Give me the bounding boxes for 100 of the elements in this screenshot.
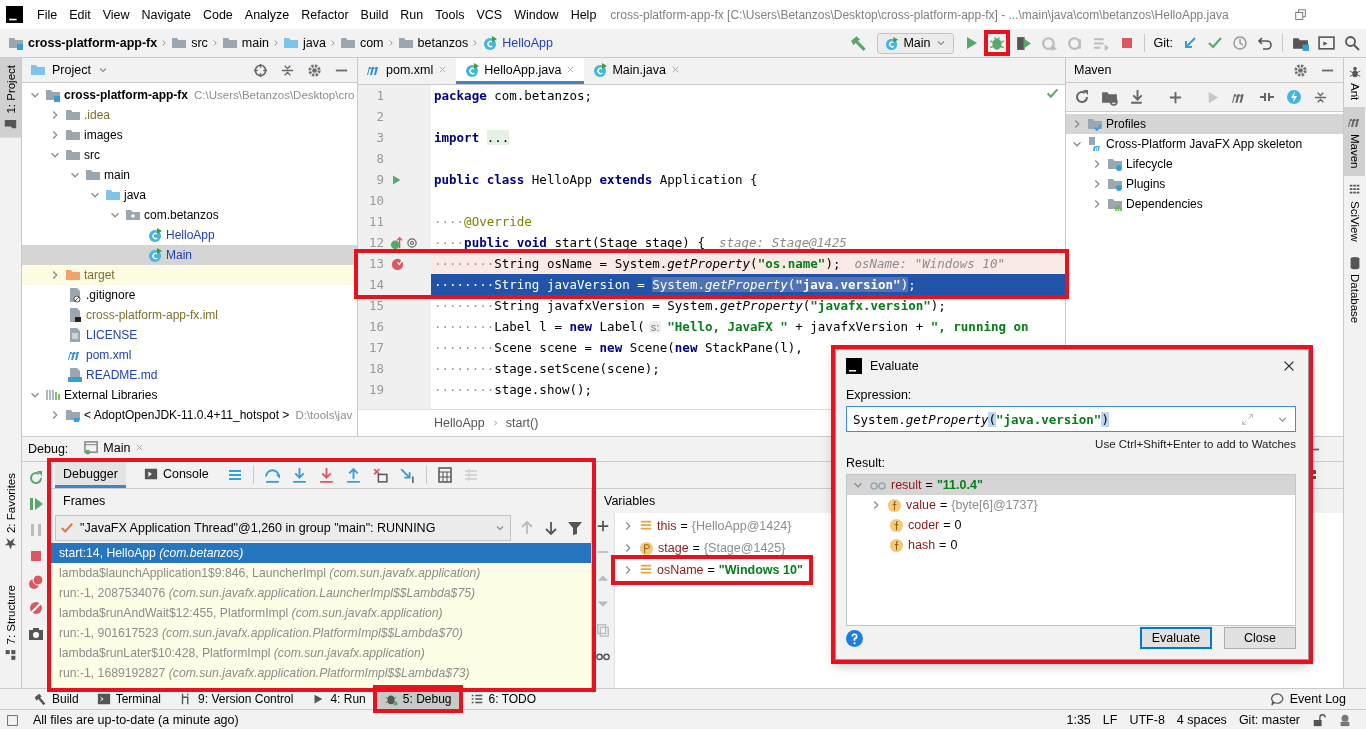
tool-window-tab[interactable]: Terminal [89,689,169,709]
app-logo[interactable] [6,6,23,23]
lock-icon[interactable] [1312,713,1326,727]
run-to-cursor-icon[interactable] [398,466,416,484]
tool-window-tab[interactable]: 1: Project [0,58,21,138]
menu-item[interactable]: Tools [429,7,471,22]
tool-window-tab[interactable]: Build [26,689,86,709]
lightning-icon[interactable] [1286,89,1302,105]
tree-item[interactable]: Cross-Platform JavaFX App skeleton [1066,134,1343,154]
result-item[interactable]: coder = 0 [847,515,1295,535]
debug-tab[interactable]: Console [135,462,217,488]
run-config-dropdown[interactable]: Main [877,32,954,54]
status-item[interactable]: Git: master [1238,713,1300,727]
camera-icon[interactable] [28,626,44,642]
tree-item[interactable]: .idea [22,105,357,125]
menu-item[interactable]: Run [394,7,430,22]
drop-frame-icon[interactable] [371,466,389,484]
expand-icon[interactable] [1241,412,1254,426]
editor-tab[interactable]: HelloApp.java [456,58,585,84]
tree-item[interactable]: src [22,145,357,165]
dialog-button[interactable]: Close [1224,627,1296,649]
status-item[interactable]: UTF-8 [1129,713,1165,727]
coverage-icon[interactable] [1014,34,1032,52]
gear-icon[interactable] [307,62,322,78]
tree-item[interactable]: Lifecycle [1066,154,1343,174]
tool-window-tab[interactable]: Maven [1344,107,1365,176]
presentation-icon[interactable] [1318,34,1335,52]
add-icon[interactable] [1168,89,1183,105]
history-icon[interactable] [1232,35,1248,51]
rollback-icon[interactable] [1257,35,1273,51]
menu-item[interactable]: Analyze [238,7,296,22]
panel-toggle-icon[interactable] [6,713,19,727]
tree-item[interactable]: Main [22,245,357,265]
result-item[interactable]: value = {byte[6]@1737} [847,495,1295,515]
result-item[interactable]: hash = 0 [847,535,1295,555]
menu-icon[interactable] [226,467,243,483]
close-icon[interactable] [1282,359,1296,373]
mute-breakpoints-icon[interactable] [28,600,44,616]
event-log-button[interactable]: Event Log [1269,691,1346,707]
variable-item[interactable]: osName = "Windows 10" [615,559,809,581]
build-icon[interactable] [850,34,869,52]
result-item[interactable]: result = "11.0.4" [847,475,1295,495]
tool-window-tab[interactable]: SciView [1344,175,1365,249]
attach-icon[interactable] [1066,34,1084,52]
debug-tab[interactable]: Debugger [55,462,126,488]
gear-icon[interactable] [1293,62,1308,78]
menu-item[interactable]: VCS [470,7,509,22]
breakpoints-icon[interactable] [28,574,44,590]
menu-item[interactable]: Edit [63,7,97,22]
menu-item[interactable]: Help [564,7,603,22]
tool-window-tab[interactable]: 2: Favorites [0,466,21,558]
status-item[interactable]: 4 spaces [1176,713,1227,727]
tool-window-tab[interactable]: 9: Version Control [172,689,301,709]
breadcrumb[interactable]: com [337,35,386,51]
breadcrumb[interactable]: betanzos [395,35,471,51]
expression-field[interactable]: System.getProperty("java.version") [846,406,1296,432]
tool-window-tab[interactable]: 7: Structure [0,577,21,668]
tree-item[interactable]: LICENSE [22,325,357,345]
breadcrumb[interactable]: HelloApp [434,416,485,430]
step-over-icon[interactable] [263,466,281,484]
variable-item[interactable]: stage = {Stage@1425} [615,537,792,559]
menu-item[interactable]: Build [354,7,395,22]
tree-item[interactable]: com.betanzos [22,205,357,225]
tree-item[interactable]: cross-platform-app-fx C:\Users\Betanzos\Desktop\cro [22,85,357,105]
stop-icon[interactable] [28,548,44,564]
calculator-icon[interactable] [436,467,453,483]
pause-icon[interactable] [28,522,44,538]
menu-item[interactable]: Refactor [295,7,355,22]
locate-icon[interactable] [253,62,268,78]
restore-icon[interactable] [1294,7,1308,22]
profile-icon[interactable] [1040,34,1058,52]
update-icon[interactable] [1182,35,1198,51]
override-icon[interactable] [390,235,404,250]
tree-item[interactable]: Dependencies [1066,194,1343,214]
editor-tab[interactable]: Main.java [584,58,689,84]
add-icon[interactable] [596,519,610,533]
inspector-icon[interactable] [1338,713,1352,727]
tree-item[interactable]: .gitignore [22,285,357,305]
stack-frame[interactable]: start:14, HelloApp (com.betanzos) [51,543,591,563]
tool-window-tab[interactable]: 4: Run [304,689,373,709]
tree-item[interactable]: cross-platform-app-fx.iml [22,305,357,325]
status-item[interactable]: 1:35 [1066,713,1091,727]
status-item[interactable]: LF [1102,713,1118,727]
help-icon[interactable] [846,629,863,647]
menu-item[interactable]: Navigate [135,7,197,22]
tree-item[interactable]: README.md [22,365,357,385]
tree-item[interactable]: target [22,265,357,285]
breadcrumb[interactable]: HelloApp [480,35,555,51]
breadcrumb[interactable]: start() [505,416,539,430]
dialog-button[interactable]: Evaluate [1140,627,1212,649]
tree-item[interactable]: main [22,165,357,185]
breadcrumb[interactable]: cross-platform-app-fx [6,35,160,51]
menu-item[interactable]: View [96,7,136,22]
annotation-icon[interactable] [406,236,418,249]
breadcrumb[interactable]: src [169,35,210,51]
step-out-icon[interactable] [344,466,362,484]
tree-item[interactable]: Plugins [1066,174,1343,194]
panel-title[interactable]: Project [52,63,91,77]
tool-window-tab[interactable]: Database [1344,248,1365,330]
tree-item[interactable]: HelloApp [22,225,357,245]
